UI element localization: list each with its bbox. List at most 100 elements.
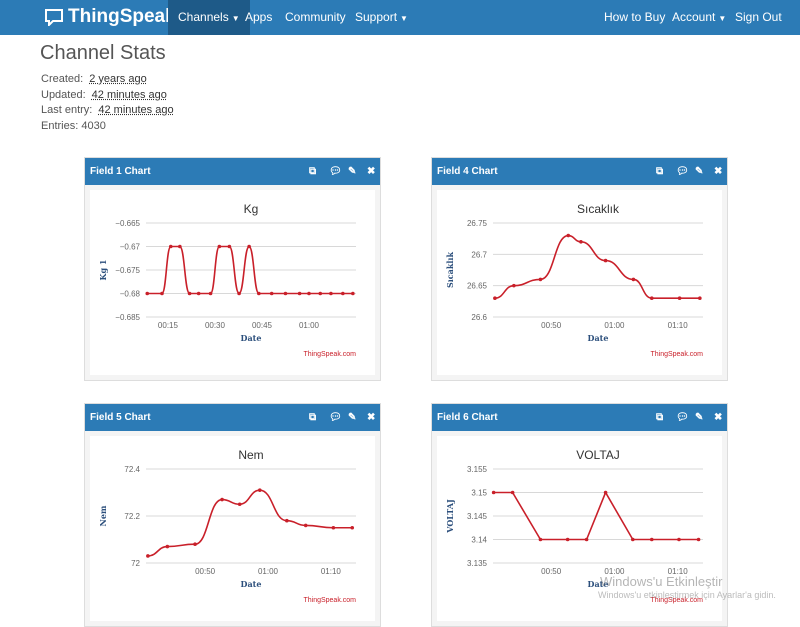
panel-title: Field 4 Chart xyxy=(437,166,498,177)
last-entry-label: Last entry: xyxy=(41,104,93,117)
y-tick-label: 26.75 xyxy=(467,219,488,228)
panel-header: Field 4 Chart ⧉ 💬︎ ✎ ✖ xyxy=(432,158,727,185)
edit-pencil-icon[interactable]: ✎ xyxy=(348,158,356,185)
field-chart-panel: Field 5 Chart ⧉ 💬︎ ✎ ✖ Nem 72.4 72.2 72 00:5… xyxy=(84,403,381,627)
y-tick-label: 3.14 xyxy=(471,536,487,545)
close-icon[interactable]: ✖ xyxy=(367,404,375,431)
updated-value[interactable]: 42 minutes ago xyxy=(92,89,167,101)
nav-sign-out[interactable]: Sign Out xyxy=(725,0,792,35)
nav-label: Community xyxy=(285,10,346,24)
x-tick-label: 01:10 xyxy=(668,321,689,330)
data-point xyxy=(227,244,232,249)
brand-name: ThingSpeak xyxy=(68,6,176,27)
updated-label: Updated: xyxy=(41,88,86,101)
nav-label: Account xyxy=(672,10,716,24)
y-tick-label: 3.155 xyxy=(467,465,488,474)
x-tick-label: 01:00 xyxy=(604,321,625,330)
comment-icon[interactable]: 💬︎ xyxy=(329,404,342,431)
close-icon[interactable]: ✖ xyxy=(367,158,375,185)
entries-label: Entries: xyxy=(41,120,79,133)
data-point xyxy=(220,497,224,502)
data-point xyxy=(331,525,336,530)
data-point xyxy=(538,277,543,282)
series-line xyxy=(494,234,700,299)
data-point xyxy=(603,490,608,495)
y-tick-label: 72.4 xyxy=(124,465,140,474)
y-tick-label: 3.15 xyxy=(471,489,487,498)
chart-title: VOLTAJ xyxy=(576,448,620,462)
y-tick-label: −0.67 xyxy=(120,243,141,252)
entries-row: Entries: 4030 xyxy=(41,119,174,135)
external-link-icon[interactable]: ⧉ xyxy=(309,158,316,185)
x-tick-label: 00:50 xyxy=(541,321,562,330)
y-tick-label: 72.2 xyxy=(124,512,140,521)
data-point xyxy=(491,490,496,495)
close-icon[interactable]: ✖ xyxy=(714,158,722,185)
comment-icon[interactable]: 💬︎ xyxy=(676,404,689,431)
edit-pencil-icon[interactable]: ✎ xyxy=(695,404,703,431)
nav-label: Support xyxy=(355,10,398,24)
y-tick-label: −0.685 xyxy=(115,313,140,322)
panel-header: Field 6 Chart ⧉ 💬︎ ✎ ✖ xyxy=(432,404,727,431)
y-tick-label: −0.68 xyxy=(120,290,141,299)
data-point xyxy=(510,490,515,495)
caret-down-icon: ▼ xyxy=(400,14,408,23)
windows-activation-watermark: Windows'u Etkinleştir xyxy=(600,574,723,589)
series-line xyxy=(147,489,353,557)
y-tick-label: 26.7 xyxy=(471,250,487,259)
x-tick-label: 00:50 xyxy=(195,567,216,576)
panel-title: Field 5 Chart xyxy=(90,412,151,423)
windows-activation-hint: Windows'u etkinleştirmek için Ayarlar'a … xyxy=(598,590,776,600)
y-axis-label: Kg 1 xyxy=(98,260,108,281)
data-point xyxy=(350,525,355,530)
data-point xyxy=(257,291,261,296)
y-axis-label: VOLTAJ xyxy=(445,499,455,534)
chart-svg: Sıcaklık 26.75 26.7 26.65 26.6 00:50 01:00 01:1… xyxy=(445,202,703,358)
comment-icon[interactable]: 💬︎ xyxy=(676,158,689,185)
chat-bubble-logo-icon xyxy=(45,9,63,26)
thingspeak-credit-link[interactable]: ThingSpeak.com xyxy=(650,351,703,358)
data-point xyxy=(341,291,345,296)
external-link-icon[interactable]: ⧉ xyxy=(656,158,663,185)
data-point xyxy=(187,291,192,296)
x-tick-label: 00:50 xyxy=(541,567,562,576)
chart-svg: Kg −0.665 −0.67 −0.675 −0.68 −0.685 00:15 00:30… xyxy=(98,202,356,358)
nav-community[interactable]: Community xyxy=(275,0,356,35)
last-entry-row: Last entry: 42 minutes ago xyxy=(41,103,174,119)
field-chart-panel: Field 1 Chart ⧉ 💬︎ ✎ ✖ Kg −0.665 −0.67 −0.6… xyxy=(84,157,381,381)
data-point xyxy=(237,502,242,507)
nav-support[interactable]: Support ▼ xyxy=(345,0,418,35)
data-point xyxy=(351,291,355,296)
edit-pencil-icon[interactable]: ✎ xyxy=(348,404,356,431)
nav-label: How to Buy xyxy=(604,10,666,24)
external-link-icon[interactable]: ⧉ xyxy=(656,404,663,431)
last-entry-value[interactable]: 42 minutes ago xyxy=(98,104,173,116)
panel-header: Field 5 Chart ⧉ 💬︎ ✎ ✖ xyxy=(85,404,380,431)
chart-title: Kg xyxy=(244,202,259,216)
y-axis-label: Sıcaklık xyxy=(445,252,455,288)
nav-label: Channels xyxy=(178,10,229,24)
external-link-icon[interactable]: ⧉ xyxy=(309,404,316,431)
data-point xyxy=(649,537,654,542)
x-tick-label: 00:15 xyxy=(158,321,179,330)
data-point xyxy=(698,296,702,300)
panel-title: Field 6 Chart xyxy=(437,412,498,423)
thingspeak-logo[interactable]: ThingSpeak™ xyxy=(44,6,185,28)
data-point xyxy=(696,537,701,542)
data-point xyxy=(631,277,636,282)
thingspeak-credit-link[interactable]: ThingSpeak.com xyxy=(303,597,356,604)
edit-pencil-icon[interactable]: ✎ xyxy=(695,158,703,185)
data-point xyxy=(677,537,681,542)
panel-header: Field 1 Chart ⧉ 💬︎ ✎ ✖ xyxy=(85,158,380,185)
data-point xyxy=(269,291,274,296)
close-icon[interactable]: ✖ xyxy=(714,404,722,431)
created-value[interactable]: 2 years ago xyxy=(89,73,146,85)
channel-stats: Created: 2 years ago Updated: 42 minutes a… xyxy=(41,72,174,135)
thingspeak-credit-link[interactable]: ThingSpeak.com xyxy=(303,351,356,358)
data-point xyxy=(603,258,608,263)
y-tick-label: −0.675 xyxy=(115,266,140,275)
data-point xyxy=(579,240,583,244)
page-title: Channel Stats xyxy=(40,42,166,64)
comment-icon[interactable]: 💬︎ xyxy=(329,158,342,185)
data-point xyxy=(512,283,516,288)
